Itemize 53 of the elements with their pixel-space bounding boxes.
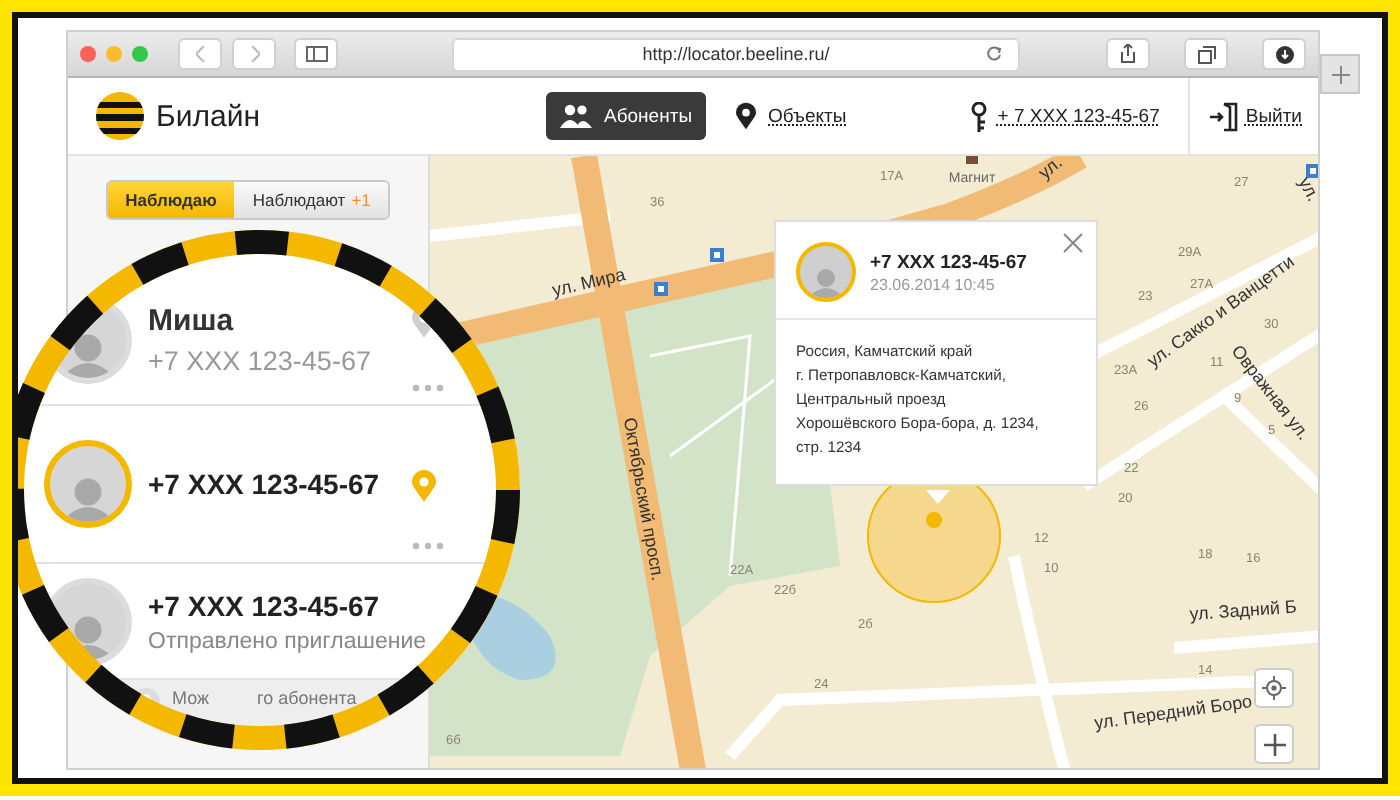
street-label: ул. Передний Боро [1093, 691, 1254, 734]
popup-pointer [926, 490, 950, 504]
map-pin-icon [412, 470, 436, 502]
popup-phone: +7 XXX 123-45-67 [870, 251, 1027, 273]
popup-timestamp: 23.06.2014 10:45 [870, 275, 997, 293]
contact-phone: +7 XXX 123-45-67 [148, 589, 380, 621]
street-label: ул. Мира [550, 264, 628, 301]
tabs-button[interactable] [1184, 38, 1228, 70]
plus-icon [1263, 733, 1285, 755]
bus-stop-icon [710, 248, 724, 262]
contact-phone: +7 XXX 123-45-67 [148, 468, 380, 500]
street-label: ул. Задний Б [1188, 596, 1298, 624]
map-pin-icon [736, 102, 757, 130]
download-button[interactable] [1262, 38, 1306, 70]
filter-tab[interactable]: Наблюдаю [107, 182, 235, 218]
reload-icon[interactable] [986, 45, 1002, 61]
tabs-icon [1197, 45, 1215, 63]
close-icon [1062, 232, 1084, 254]
close-window-button[interactable] [80, 46, 96, 62]
invitation-status: Отправлено приглашение [148, 629, 427, 653]
brand-name: Билайн [156, 99, 260, 133]
chevron-right-icon [249, 46, 259, 62]
zoom-in-button[interactable] [1254, 724, 1294, 764]
sidebar-icon [305, 46, 327, 62]
street-label: ул. [1294, 173, 1318, 205]
filter-tab[interactable]: Наблюдают +1 [234, 182, 389, 218]
location-dot [926, 512, 942, 528]
sidebar-toggle-button[interactable] [294, 38, 338, 70]
exit-door-icon [1209, 101, 1238, 131]
download-icon [1275, 45, 1293, 63]
nav-tab[interactable]: Абоненты [546, 92, 707, 140]
add-contact-hint: го абонента [257, 688, 357, 708]
key-icon [969, 101, 988, 131]
striped-ball-logo-icon [96, 92, 144, 140]
nav-tab[interactable]: Объекты [722, 92, 861, 140]
share-button[interactable] [1106, 38, 1150, 70]
logout-link[interactable]: Выйти [1189, 101, 1318, 131]
contact-phone: +7 XXX 123-45-67 [148, 345, 371, 375]
plus-icon [1331, 65, 1349, 83]
add-contact-hint: Мож [172, 688, 210, 708]
locate-button[interactable] [1254, 668, 1294, 708]
contact-name: Миша [148, 303, 234, 337]
new-tab-button[interactable] [1320, 54, 1360, 94]
people-icon [560, 104, 592, 128]
close-button[interactable] [1062, 232, 1084, 254]
account-phone-link[interactable]: + 7 XXX 123-45-67 [969, 101, 1160, 131]
street-label: ул. [1034, 156, 1066, 183]
crosshair-icon [1262, 676, 1286, 700]
bus-stop-icon [654, 282, 668, 296]
shop-icon [966, 156, 978, 164]
address-bar[interactable]: http://locator.beeline.ru/ [452, 37, 1020, 71]
chevron-left-icon [195, 46, 205, 62]
share-icon [1120, 44, 1136, 64]
